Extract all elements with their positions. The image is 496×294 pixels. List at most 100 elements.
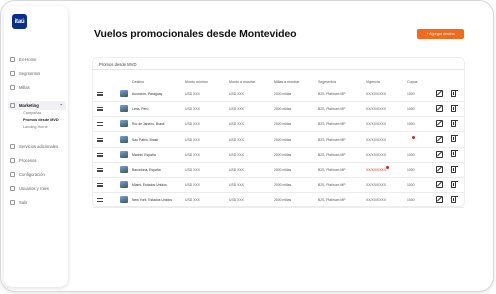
- cell-millas: 2000 millas: [274, 198, 292, 203]
- cell-monto-mostrar: USD XXX: [229, 152, 244, 157]
- miles-icon: [10, 85, 15, 90]
- table-row: Sao Pablo, Brasil USD XXX USD XXX 2000 mill…: [93, 133, 464, 148]
- edit-icon[interactable]: [436, 181, 443, 189]
- users-icon: [10, 186, 15, 191]
- cell-monto-mostrar: USD XXX: [229, 168, 244, 172]
- app-window: itaú Ex-Home Segmentos Millas Marketing ⌃…: [1, 1, 493, 291]
- sidebar-item-procesos[interactable]: Procesos: [10, 156, 36, 165]
- sidebar-item-servicios[interactable]: Servicios adicionales: [10, 142, 58, 151]
- table-row: Lima, Perú USD XXX USD XXX 2000 millas B2S, …: [93, 102, 464, 118]
- table-row: Asunción, Paraguay USD XXX USD XXX 2000 mil…: [93, 87, 464, 102]
- trash-icon[interactable]: [450, 165, 458, 173]
- cell-cupos: 1000: [407, 122, 415, 127]
- cell-segmentos: B2S, Platinum MP: [318, 107, 346, 112]
- cell-segmentos: B2S, Platinum MP: [318, 92, 346, 96]
- cell-monto-mostrar: USD XXX: [229, 107, 244, 112]
- cell-vigencia: XX/XX/XXXX: [366, 92, 386, 96]
- cell-destino: New York, Estados Unidos: [132, 198, 172, 203]
- cell-vigencia: XX/XX/XXXX: [366, 137, 386, 142]
- drag-handle-icon[interactable]: [97, 137, 103, 142]
- promos-table-card: Promos desde MVD Destino Monto mínimo Mo…: [93, 58, 464, 209]
- cell-monto-min: USD XXX: [185, 183, 200, 188]
- sidebar-item-usuarios[interactable]: Usuarios y roles: [10, 184, 49, 193]
- alert-badge: [412, 135, 415, 139]
- cell-millas: 2000 millas: [274, 168, 292, 172]
- cell-monto-mostrar: USD XXX: [229, 183, 244, 188]
- cell-millas: 2000 millas: [274, 92, 292, 96]
- cell-segmentos: B2S, Platinum MP: [318, 198, 346, 203]
- table-row: Miami, Estados Unidos USD XXX USD XXX 2000 …: [93, 178, 464, 194]
- column-header-cupos: Cupos: [407, 80, 418, 84]
- cell-vigencia: XX/XX/XXXX: [366, 168, 386, 172]
- drag-handle-icon[interactable]: [97, 198, 103, 203]
- cell-cupos: 1000: [407, 183, 415, 188]
- edit-icon[interactable]: [436, 105, 443, 113]
- trash-icon[interactable]: [450, 119, 458, 127]
- edit-icon[interactable]: [436, 135, 443, 143]
- sidebar-subitem-promos-mvd[interactable]: Promos desde MVD: [23, 118, 59, 122]
- trash-icon[interactable]: [450, 150, 458, 158]
- trash-icon[interactable]: [450, 135, 458, 143]
- gear-icon: [10, 172, 15, 177]
- column-header-millas: Millas a mostrar: [274, 80, 300, 84]
- cell-millas: 2000 millas: [274, 122, 292, 127]
- divider: [93, 69, 464, 70]
- destination-thumbnail: [120, 135, 128, 143]
- destination-thumbnail: [120, 181, 128, 189]
- add-destination-button[interactable]: + Agregar destino: [417, 29, 464, 39]
- drag-handle-icon[interactable]: [97, 92, 103, 96]
- cell-monto-min: USD XXX: [185, 168, 200, 172]
- trash-icon[interactable]: [450, 89, 458, 97]
- trash-icon[interactable]: [450, 195, 458, 203]
- sidebar-item-salir[interactable]: Salir: [10, 198, 27, 207]
- edit-icon[interactable]: [436, 120, 443, 128]
- sidebar-item-marketing[interactable]: Marketing ⌃: [8, 101, 66, 110]
- cell-segmentos: B2S, Platinum MP: [318, 122, 346, 127]
- table-title: Promos desde MVD: [99, 62, 137, 67]
- cell-segmentos: B2S, Platinum MP: [318, 152, 346, 157]
- sidebar-item-millas[interactable]: Millas: [10, 83, 30, 92]
- sidebar-subitem-campanas[interactable]: Campañas: [23, 111, 41, 115]
- cell-cupos: 1000: [407, 107, 415, 112]
- drag-handle-icon[interactable]: [97, 152, 103, 157]
- cell-monto-min: USD XXX: [185, 137, 200, 142]
- sidebar-subitem-landing-home[interactable]: Landing Home: [23, 125, 48, 129]
- edit-icon[interactable]: [436, 166, 443, 173]
- cell-monto-min: USD XXX: [185, 198, 200, 203]
- cell-segmentos: B2S, Platinum MP: [318, 137, 346, 142]
- drag-handle-icon[interactable]: [97, 122, 103, 127]
- cell-destino: Lima, Perú: [132, 107, 149, 112]
- trash-icon[interactable]: [450, 180, 458, 188]
- edit-icon[interactable]: [436, 150, 443, 158]
- destination-thumbnail: [120, 90, 128, 97]
- table-row: Madrid, España USD XXX USD XXX 2000 millas B…: [93, 148, 464, 163]
- column-header-segmentos: Segmentos: [318, 80, 337, 84]
- destination-thumbnail: [120, 120, 128, 128]
- sidebar: itaú Ex-Home Segmentos Millas Marketing ⌃…: [4, 6, 68, 287]
- edit-icon[interactable]: [436, 196, 443, 204]
- cell-destino: Río de Janeiro, Brasil: [132, 122, 165, 127]
- cell-destino: Sao Pablo, Brasil: [132, 137, 159, 142]
- table-row: Río de Janeiro, Brasil USD XXX USD XXX 2000…: [93, 117, 464, 133]
- home-icon: [10, 57, 15, 62]
- main-content: Vuelos promocionales desde Montevideo + …: [77, 1, 493, 291]
- cell-monto-mostrar: USD XXX: [229, 137, 244, 142]
- cell-cupos: 1000: [407, 198, 415, 203]
- trash-icon[interactable]: [450, 104, 458, 112]
- cell-millas: 2000 millas: [274, 137, 292, 142]
- destination-thumbnail: [120, 196, 128, 204]
- table-row: Barcelona, España USD XXX USD XXX 2000 mill…: [93, 163, 464, 178]
- sidebar-item-ex-home[interactable]: Ex-Home: [10, 55, 36, 64]
- drag-handle-icon[interactable]: [97, 107, 103, 112]
- edit-icon[interactable]: [436, 90, 443, 97]
- services-icon: [10, 144, 15, 149]
- sidebar-item-configuracion[interactable]: Configuración: [10, 170, 45, 179]
- drag-handle-icon[interactable]: [97, 183, 103, 188]
- cell-segmentos: B2S, Platinum MP: [318, 183, 346, 188]
- destination-thumbnail: [120, 166, 128, 173]
- page-title: Vuelos promocionales desde Montevideo: [94, 28, 297, 40]
- drag-handle-icon[interactable]: [97, 168, 103, 172]
- cell-vigencia: XX/XX/XXXX: [366, 152, 386, 157]
- sidebar-item-segmentos[interactable]: Segmentos: [10, 69, 40, 78]
- cell-destino: Miami, Estados Unidos: [132, 183, 167, 188]
